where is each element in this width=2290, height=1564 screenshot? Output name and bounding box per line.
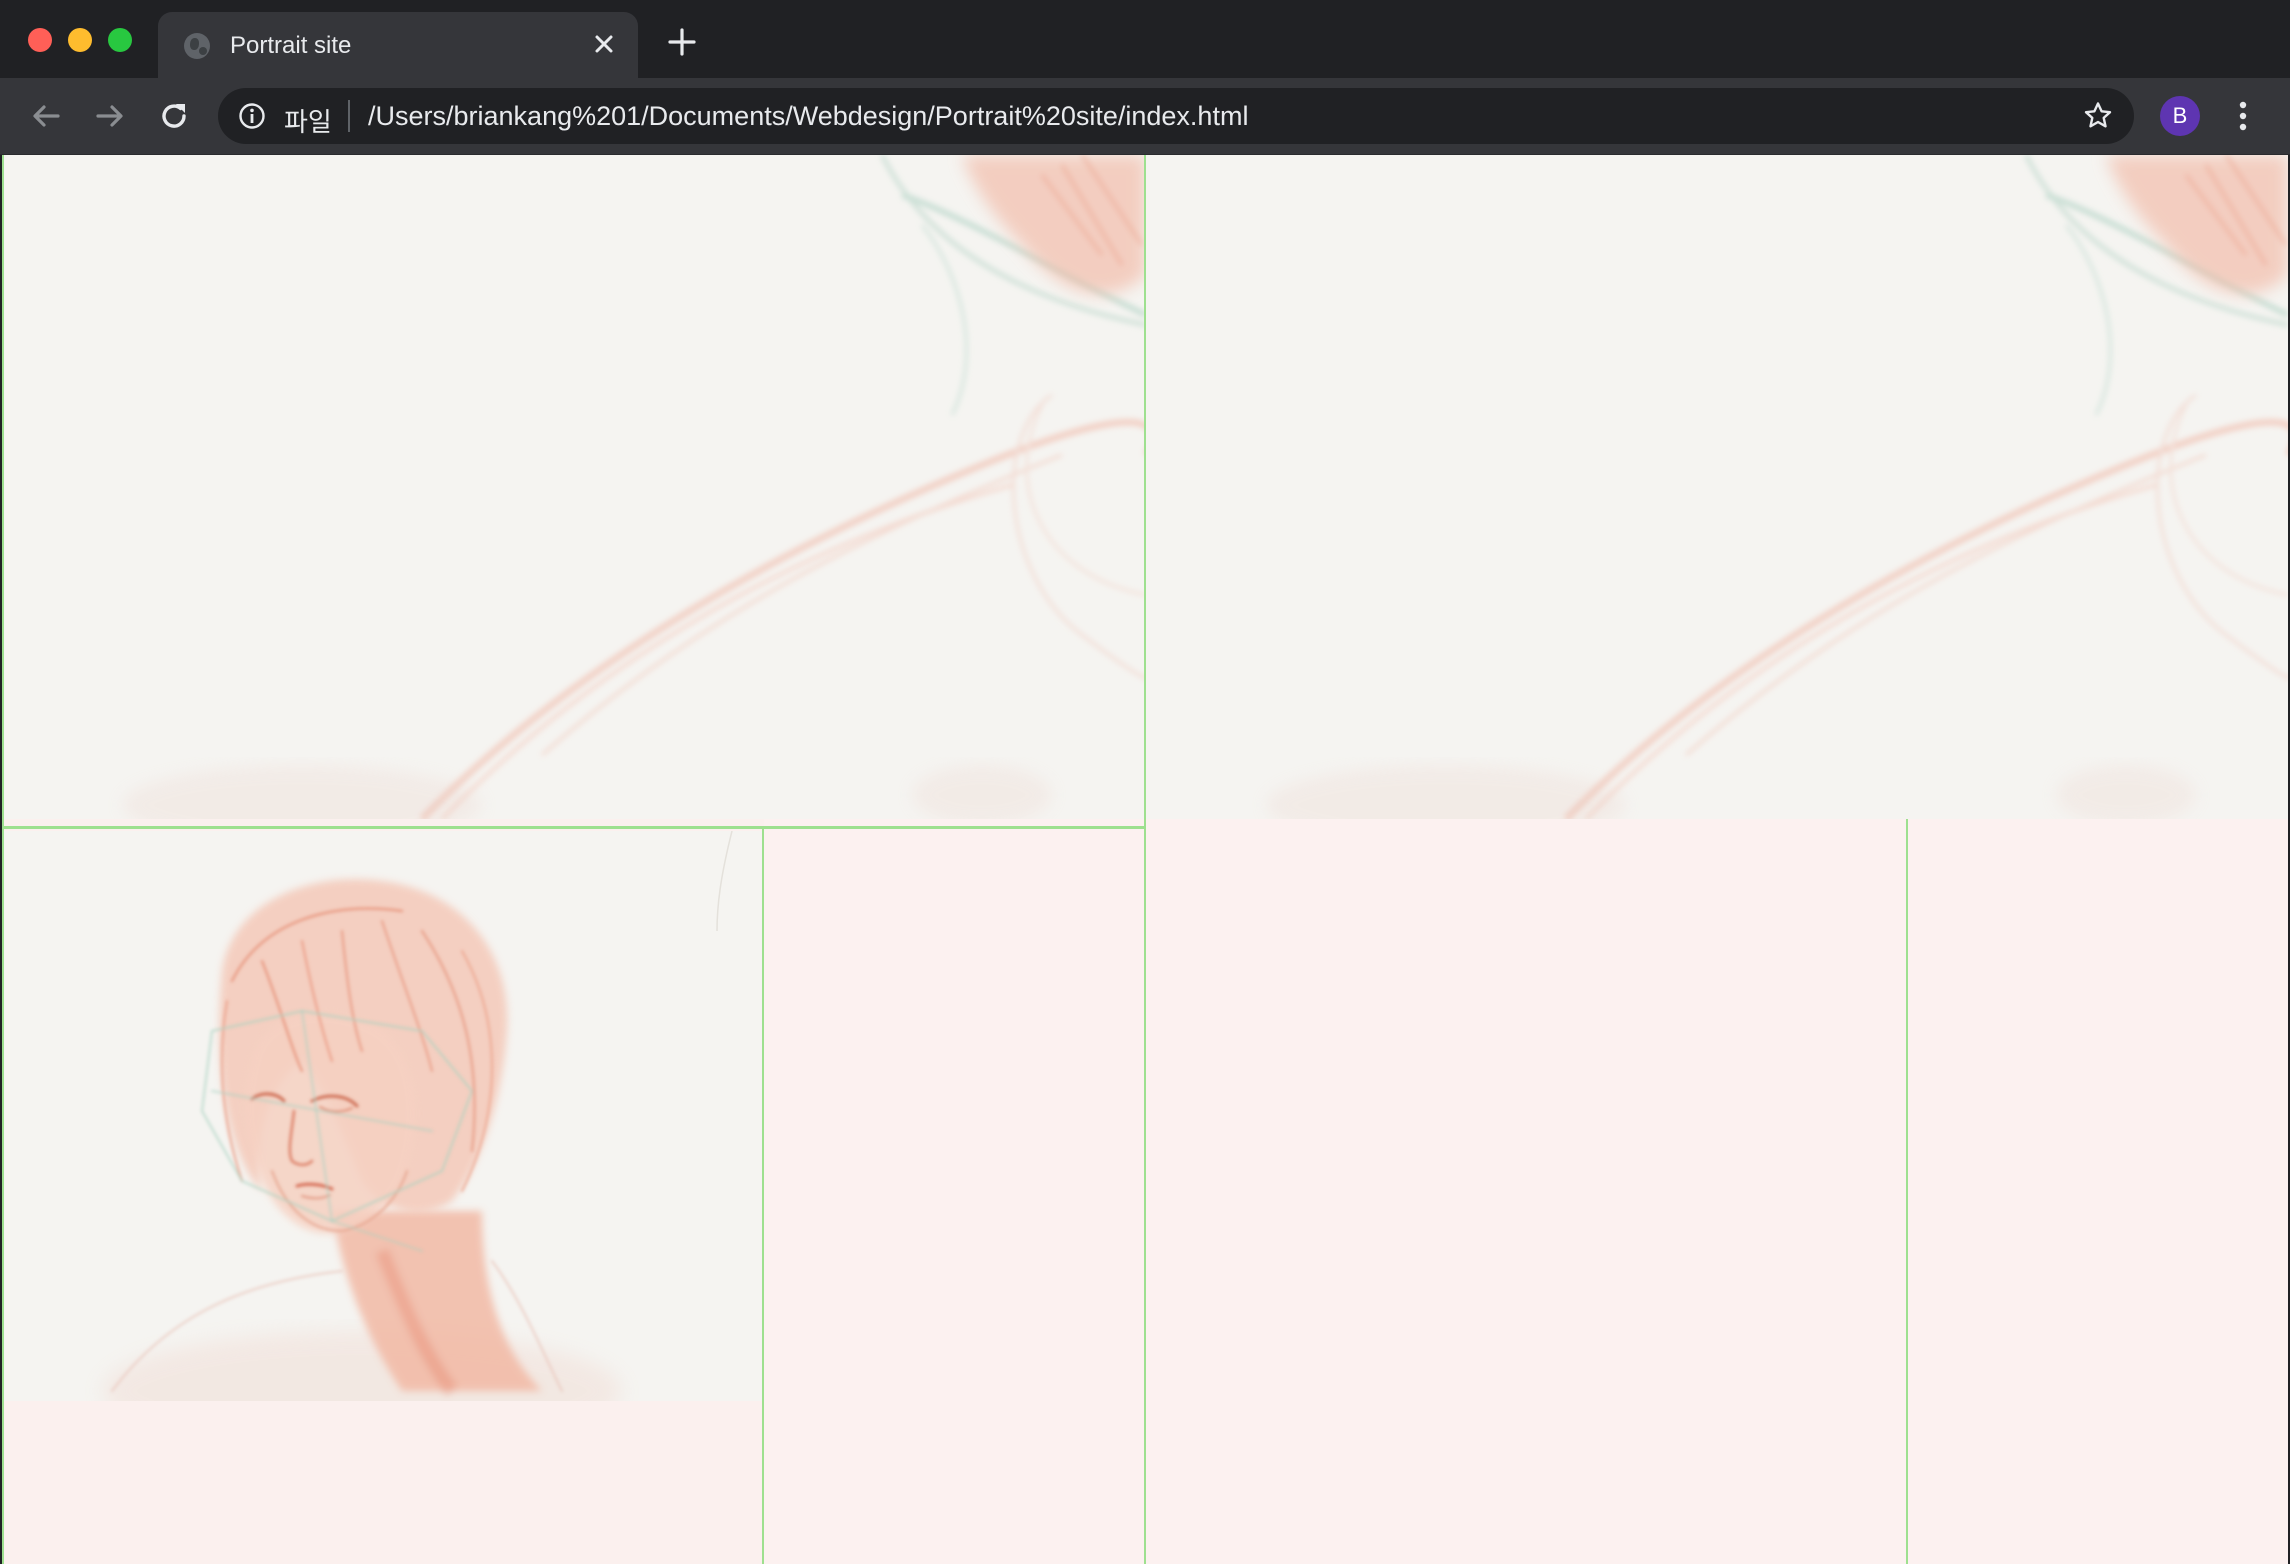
- top-right-sketch-panel: [1146, 155, 2288, 819]
- empty-column-1: [764, 819, 1148, 1564]
- forward-button[interactable]: [88, 94, 132, 138]
- minimize-window-button[interactable]: [68, 28, 92, 52]
- reload-button[interactable]: [152, 94, 196, 138]
- globe-icon: [184, 33, 210, 59]
- grid-divider-vertical-center: [1144, 155, 1146, 1564]
- page-viewport: [2, 155, 2288, 1564]
- grid-divider-vertical-left: [762, 829, 764, 1564]
- browser-toolbar: 파일 /Users/briankang%201/Documents/Webdes…: [0, 78, 2290, 155]
- top-left-sketch-panel: [2, 155, 1146, 819]
- back-arrow-icon: [33, 105, 60, 127]
- sketch-image: [1266, 155, 2288, 819]
- reload-icon: [162, 104, 186, 128]
- tab-strip: Portrait site: [0, 0, 2290, 78]
- file-scheme-label: 파일: [284, 107, 332, 137]
- close-tab-button[interactable]: [588, 28, 620, 60]
- portrait-panel: [2, 831, 762, 1401]
- empty-column-3: [1908, 819, 2288, 1564]
- grid-divider-vertical-right: [1906, 819, 1908, 1564]
- grid-border-left: [2, 155, 4, 1564]
- tab-portrait-site[interactable]: Portrait site: [158, 12, 638, 78]
- browser-window: Portrait site 파일 /Users/briankang%201/Do…: [0, 0, 2290, 1564]
- forward-arrow-icon: [96, 105, 123, 127]
- close-window-button[interactable]: [28, 28, 52, 52]
- tab-title: Portrait site: [230, 32, 352, 59]
- info-icon[interactable]: [238, 102, 266, 130]
- empty-column-2: [1148, 819, 1908, 1564]
- address-bar[interactable]: 파일 /Users/briankang%201/Documents/Webdes…: [218, 88, 2134, 144]
- omnibox-divider: [348, 100, 350, 132]
- profile-avatar-button[interactable]: B: [2160, 96, 2200, 136]
- maximize-window-button[interactable]: [108, 28, 132, 52]
- grid-divider-horizontal: [2, 826, 1144, 829]
- plus-icon: [668, 28, 696, 56]
- portrait-sketch-image: [102, 831, 733, 1401]
- star-icon[interactable]: [2082, 100, 2114, 132]
- close-icon: [595, 35, 613, 53]
- sketch-image: [122, 155, 1146, 819]
- new-tab-button[interactable]: [664, 24, 700, 60]
- browser-menu-button[interactable]: [2228, 94, 2258, 138]
- vertical-dots-icon: [2239, 101, 2247, 131]
- back-button[interactable]: [24, 94, 68, 138]
- url-text[interactable]: /Users/briankang%201/Documents/Webdesign…: [368, 101, 1248, 132]
